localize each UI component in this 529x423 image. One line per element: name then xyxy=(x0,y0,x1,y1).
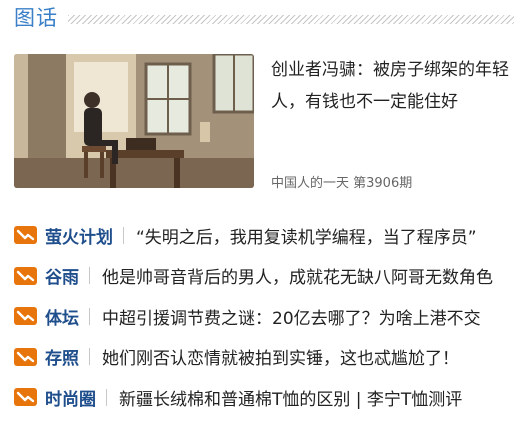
list-item: 存照 她们刚否认恋情就被拍到实锤，这也忒尴尬了！ xyxy=(14,337,514,378)
list-item-category[interactable]: 存照 xyxy=(45,344,79,369)
list-item: 萤火计划 “失明之后，我用复读机学编程，当了程序员” xyxy=(14,215,514,256)
featured-photo[interactable] xyxy=(14,54,254,188)
headline-list: 萤火计划 “失明之后，我用复读机学编程，当了程序员” 谷雨 他是帅哥音背后的男人… xyxy=(14,215,514,418)
list-item: 时尚圈 新疆长绒棉和普通棉T恤的区别 | 李宁T恤测评 xyxy=(14,377,514,418)
orange-link-icon[interactable] xyxy=(14,388,37,407)
list-item-title[interactable]: 新疆长绒棉和普通棉T恤的区别 | 李宁T恤测评 xyxy=(119,385,514,410)
list-item-title[interactable]: 他是帅哥音背后的男人，成就花无缺八阿哥无数角色 xyxy=(102,263,514,288)
list-item-divider xyxy=(89,267,90,285)
list-item: 体坛 中超引援调节费之谜：20亿去哪了？为啥上港不交 xyxy=(14,296,514,337)
list-item-divider xyxy=(123,226,124,244)
list-item: 谷雨 他是帅哥音背后的男人，成就花无缺八阿哥无数角色 xyxy=(14,256,514,297)
featured-headline[interactable]: 创业者冯骕：被房子绑架的年轻人，有钱也不一定能住好 xyxy=(271,54,511,118)
section-title[interactable]: 图话 xyxy=(14,3,58,33)
header-divider xyxy=(68,15,514,24)
list-item-divider xyxy=(89,348,90,366)
list-item-title[interactable]: “失明之后，我用复读机学编程，当了程序员” xyxy=(136,223,514,248)
featured-photo-illustration xyxy=(14,54,254,188)
orange-link-icon[interactable] xyxy=(14,266,37,285)
list-item-divider xyxy=(89,307,90,325)
list-item-category[interactable]: 体坛 xyxy=(45,304,79,329)
list-item-category[interactable]: 谷雨 xyxy=(45,263,79,288)
list-item-category[interactable]: 时尚圈 xyxy=(45,385,96,410)
section-header: 图话 xyxy=(14,3,514,33)
list-item-title[interactable]: 她们刚否认恋情就被拍到实锤，这也忒尴尬了！ xyxy=(102,344,514,369)
orange-link-icon[interactable] xyxy=(14,347,37,366)
list-item-title[interactable]: 中超引援调节费之谜：20亿去哪了？为啥上港不交 xyxy=(102,304,514,329)
orange-link-icon[interactable] xyxy=(14,226,37,245)
featured-issue-label[interactable]: 中国人的一天 第3906期 xyxy=(271,172,412,191)
list-item-divider xyxy=(106,388,107,406)
featured-story: 创业者冯骕：被房子绑架的年轻人，有钱也不一定能住好 中国人的一天 第3906期 xyxy=(14,54,514,191)
list-item-category[interactable]: 萤火计划 xyxy=(45,223,113,248)
orange-link-icon[interactable] xyxy=(14,307,37,326)
